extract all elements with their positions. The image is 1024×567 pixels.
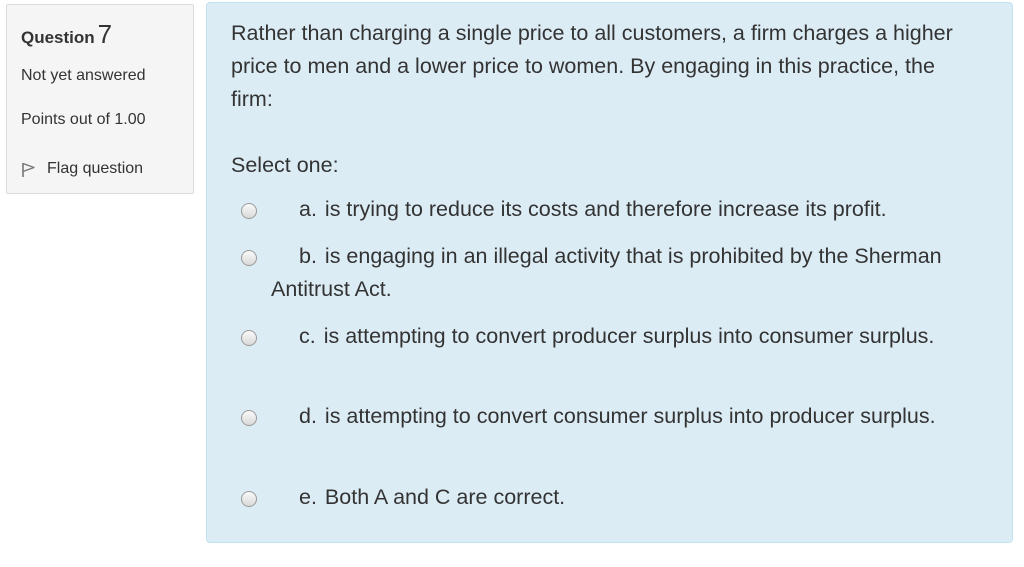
option-a-radio[interactable] <box>241 203 257 219</box>
option-e-letter: e. <box>299 485 317 509</box>
flag-question-button[interactable]: Flag question <box>21 159 143 178</box>
question-label: Question <box>21 28 95 47</box>
answer-state: Not yet answered <box>21 67 146 84</box>
question-content: Rather than charging a single price to a… <box>206 2 1013 543</box>
option-c-text: is attempting to convert producer surplu… <box>323 324 935 348</box>
option-d-text: is attempting to convert consumer surplu… <box>324 404 936 428</box>
question-number-value: 7 <box>97 19 113 49</box>
option-e-radio[interactable] <box>241 491 257 507</box>
option-a-letter: a. <box>299 197 317 221</box>
option-a-text: is trying to reduce its costs and theref… <box>324 197 887 221</box>
flag-question-label: Flag question <box>47 159 144 177</box>
option-b-radio[interactable] <box>241 250 257 266</box>
flag-icon <box>22 162 35 177</box>
option-a[interactable]: a. is trying to reduce its costs and the… <box>271 193 951 226</box>
option-d-radio[interactable] <box>241 410 257 426</box>
option-c-radio[interactable] <box>241 330 257 346</box>
question-grade: Points out of 1.00 <box>21 111 146 128</box>
option-c[interactable]: c. is attempting to convert producer sur… <box>271 320 951 353</box>
select-prompt: Select one: <box>231 153 339 177</box>
question-info-panel: Question 7 Not yet answered Points out of… <box>6 4 194 194</box>
option-d[interactable]: d. is attempting to convert consumer sur… <box>271 400 951 433</box>
option-c-letter: c. <box>299 324 316 348</box>
option-e-text: Both A and C are correct. <box>324 485 566 509</box>
option-b-letter: b. <box>299 244 317 268</box>
option-e[interactable]: e. Both A and C are correct. <box>271 481 951 514</box>
option-b-text: is engaging in an illegal activity that … <box>271 244 942 301</box>
question-text: Rather than charging a single price to a… <box>231 21 953 111</box>
question-number: Question 7 <box>21 19 113 50</box>
option-b[interactable]: b. is engaging in an illegal activity th… <box>271 240 951 306</box>
option-d-letter: d. <box>299 404 317 428</box>
